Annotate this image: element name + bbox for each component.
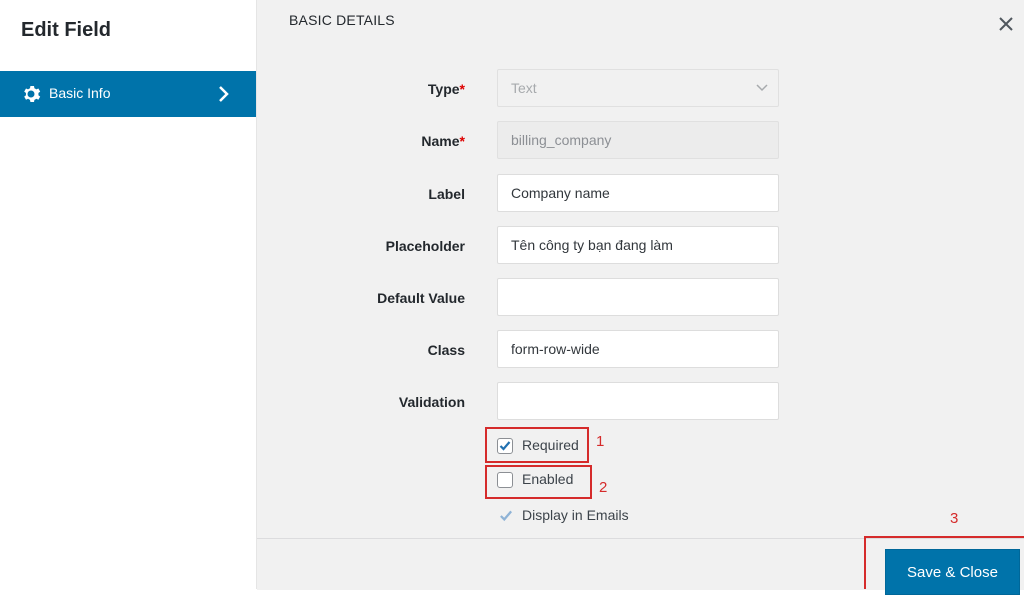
display-in-emails-checkbox[interactable] [498,508,514,524]
type-label: Type* [427,81,465,97]
default-value-field[interactable] [497,278,779,316]
placeholder-label: Placeholder [385,238,465,254]
validation-field[interactable] [497,382,779,420]
name-field[interactable]: billing_company [497,121,779,159]
main-panel: BASIC DETAILS Type* Text Name* billing_c… [257,0,1024,538]
annotation-number-1: 1 [596,433,605,450]
annotation-box-2 [485,465,592,499]
validation-label: Validation [398,394,465,410]
sidebar-item-basic-info[interactable]: Basic Info [0,71,256,117]
placeholder-field[interactable]: Tên công ty bạn đang làm [497,226,779,264]
close-icon[interactable] [996,14,1016,34]
type-select[interactable]: Text [497,69,779,107]
dialog-title: Edit Field [21,19,111,41]
name-label: Name* [421,133,465,149]
chevron-down-icon [756,84,768,92]
label-label: Label [428,186,465,202]
type-select-value: Text [511,80,537,96]
default-value-label: Default Value [377,290,465,306]
display-in-emails-label: Display in Emails [522,507,629,523]
sidebar: Edit Field Basic Info [0,0,257,589]
gear-icon [24,86,41,102]
chevron-right-icon [219,86,229,102]
annotation-number-2: 2 [599,479,608,496]
class-field[interactable]: form-row-wide [497,330,779,368]
section-title: BASIC DETAILS [289,12,395,28]
sidebar-item-label: Basic Info [49,85,111,101]
annotation-number-3: 3 [950,510,959,527]
label-field[interactable]: Company name [497,174,779,212]
class-label: Class [427,342,465,358]
save-and-close-button[interactable]: Save & Close [885,549,1020,595]
annotation-box-1 [485,427,589,463]
